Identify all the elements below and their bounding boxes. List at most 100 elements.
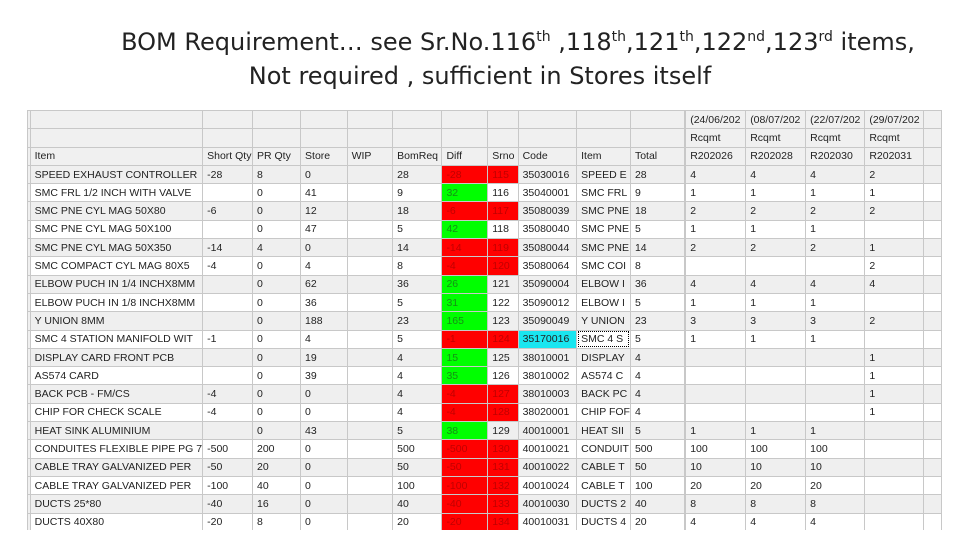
diff-cell[interactable]: -20	[441, 512, 489, 530]
srno-cell[interactable]: 124	[487, 329, 519, 349]
rqmt-2-cell[interactable]: 1	[745, 421, 807, 441]
srno-cell[interactable]: 125	[487, 347, 519, 368]
bom-req-cell[interactable]: 4	[392, 384, 443, 404]
total-cell[interactable]: 36	[629, 274, 686, 294]
code-cell[interactable]: 35080040	[517, 219, 578, 240]
header-total-cell[interactable]	[629, 128, 686, 148]
rqmt-1-cell[interactable]: 2	[685, 201, 747, 221]
partial-cell[interactable]	[923, 439, 942, 459]
header-rqmt-2-cell[interactable]: Rcqmt	[745, 128, 807, 148]
bom-req-cell[interactable]: 40	[392, 494, 443, 514]
code-cell[interactable]: 35080064	[517, 256, 578, 276]
wip-cell[interactable]	[346, 256, 394, 276]
total-cell[interactable]: 4	[629, 384, 686, 404]
diff-cell[interactable]: 42	[441, 219, 489, 240]
store-cell[interactable]: 0	[300, 439, 348, 459]
item-cell[interactable]: HEAT SINK ALUMINIUM	[29, 421, 204, 441]
rqmt-4-cell[interactable]	[864, 457, 925, 477]
rqmt-3-cell[interactable]	[805, 256, 866, 276]
code-cell[interactable]: 40010022	[517, 457, 578, 477]
store-cell[interactable]: 0	[300, 402, 348, 423]
header-rqmt-1-cell[interactable]: R202026	[685, 146, 747, 166]
total-cell[interactable]: 5	[629, 421, 686, 441]
rqmt-1-cell[interactable]: 1	[685, 421, 747, 441]
short-qty-cell[interactable]: -20	[202, 512, 253, 530]
item-cell[interactable]: SMC PNE CYL MAG 50X80	[29, 201, 204, 221]
bom-req-cell[interactable]: 14	[392, 238, 443, 258]
rqmt-3-cell[interactable]: 1	[805, 183, 866, 203]
code-cell[interactable]: 40010001	[517, 421, 578, 441]
rqmt-3-cell[interactable]	[805, 366, 866, 386]
rqmt-1-cell[interactable]	[685, 366, 747, 386]
total-cell[interactable]: 50	[629, 457, 686, 477]
rqmt-3-cell[interactable]	[805, 347, 866, 368]
pr-qty-cell[interactable]: 8	[251, 512, 302, 530]
srno-cell[interactable]: 119	[487, 238, 519, 258]
wip-cell[interactable]	[346, 347, 394, 368]
rqmt-2-cell[interactable]	[745, 366, 807, 386]
rqmt-4-cell[interactable]: 1	[864, 384, 925, 404]
srno-cell[interactable]: 127	[487, 384, 519, 404]
pr-qty-cell[interactable]: 0	[251, 256, 302, 276]
rqmt-4-cell[interactable]: 2	[864, 256, 925, 276]
rqmt-2-cell[interactable]	[745, 256, 807, 276]
bom-req-cell[interactable]: 20	[392, 512, 443, 530]
rqmt-3-cell[interactable]: 10	[805, 457, 866, 477]
short-qty-cell[interactable]: -14	[202, 238, 253, 258]
pr-qty-cell[interactable]: 16	[251, 494, 302, 514]
item-short-cell[interactable]: ELBOW I	[576, 274, 631, 294]
header-item-cell[interactable]	[29, 128, 204, 148]
diff-cell[interactable]: -4	[441, 402, 489, 423]
rqmt-2-cell[interactable]: 1	[745, 219, 807, 240]
item-short-cell[interactable]: CABLE T	[576, 457, 631, 477]
rqmt-1-cell[interactable]: 1	[685, 329, 747, 349]
header-diff-cell[interactable]	[441, 110, 489, 130]
store-cell[interactable]: 62	[300, 274, 348, 294]
header-wip-cell[interactable]	[346, 128, 394, 148]
header-rqmt-1-cell[interactable]: Rcqmt	[685, 128, 747, 148]
item-short-cell[interactable]: AS574 C	[576, 366, 631, 386]
short-qty-cell[interactable]: -4	[202, 402, 253, 423]
item-short-cell[interactable]: BACK PC	[576, 384, 631, 404]
header-pr-qty-cell[interactable]	[251, 128, 302, 148]
header-wip-cell[interactable]	[346, 110, 394, 130]
rqmt-4-cell[interactable]	[864, 512, 925, 530]
rqmt-3-cell[interactable]: 1	[805, 329, 866, 349]
wip-cell[interactable]	[346, 439, 394, 459]
diff-cell[interactable]: 32	[441, 183, 489, 203]
item-cell[interactable]: ELBOW PUCH IN 1/8 INCHX8MM	[29, 292, 204, 313]
short-qty-cell[interactable]	[202, 183, 253, 203]
item-cell[interactable]: SMC 4 STATION MANIFOLD WIT	[29, 329, 204, 349]
rqmt-1-cell[interactable]	[685, 402, 747, 423]
header-rqmt-3-cell[interactable]: R202030	[805, 146, 866, 166]
diff-cell[interactable]: -4	[441, 256, 489, 276]
header-code-cell[interactable]: Code	[517, 146, 578, 166]
rqmt-3-cell[interactable]: 3	[805, 311, 866, 331]
rqmt-1-cell[interactable]: 1	[685, 292, 747, 313]
rqmt-1-cell[interactable]	[685, 347, 747, 368]
short-qty-cell[interactable]: -6	[202, 201, 253, 221]
header-item-short-cell[interactable]	[576, 110, 631, 130]
rqmt-4-cell[interactable]	[864, 494, 925, 514]
rqmt-3-cell[interactable]: 1	[805, 292, 866, 313]
partial-cell[interactable]	[923, 347, 942, 368]
header-total-cell[interactable]	[629, 110, 686, 130]
code-cell[interactable]: 38010002	[517, 366, 578, 386]
bom-req-cell[interactable]: 4	[392, 402, 443, 423]
srno-cell[interactable]: 133	[487, 494, 519, 514]
srno-cell[interactable]: 120	[487, 256, 519, 276]
header-partial-cell[interactable]	[923, 110, 942, 130]
total-cell[interactable]: 20	[629, 512, 686, 530]
rqmt-3-cell[interactable]: 1	[805, 219, 866, 240]
partial-cell[interactable]	[923, 421, 942, 441]
rqmt-3-cell[interactable]: 4	[805, 512, 866, 530]
rqmt-1-cell[interactable]: 1	[685, 183, 747, 203]
item-cell[interactable]: SMC PNE CYL MAG 50X350	[29, 238, 204, 258]
rqmt-1-cell[interactable]: 10	[685, 457, 747, 477]
item-short-cell[interactable]: CONDUIT	[576, 439, 631, 459]
header-short-qty-cell[interactable]: Short Qty	[202, 146, 253, 166]
item-short-cell[interactable]: Y UNION	[576, 311, 631, 331]
header-pr-qty-cell[interactable]	[251, 110, 302, 130]
wip-cell[interactable]	[346, 183, 394, 203]
total-cell[interactable]: 4	[629, 347, 686, 368]
